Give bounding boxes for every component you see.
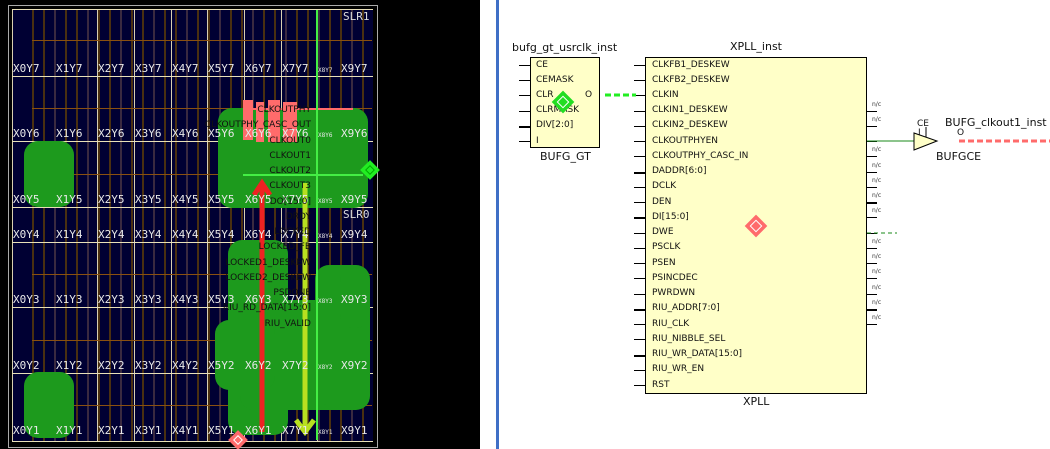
clock-region-label: X1Y5 — [56, 193, 83, 206]
clock-region-label: X5Y4 — [208, 228, 235, 241]
clock-region-label: X2Y6 — [98, 127, 125, 140]
clock-region-label: X3Y2 — [135, 359, 162, 372]
clock-region-label: X0Y7 — [13, 62, 40, 75]
clock-region-label: X4Y6 — [172, 127, 199, 140]
green-marker-icon — [360, 160, 380, 180]
clock-region-label: X5Y5 — [208, 193, 235, 206]
clock-region-label: X8Y7 — [318, 67, 333, 74]
clock-region-label: X1Y7 — [56, 62, 83, 75]
clock-region-label: X8Y4 — [318, 233, 333, 240]
clock-region-label: X0Y1 — [13, 424, 40, 437]
clock-region-label: X4Y3 — [172, 293, 199, 306]
clock-region-label: X3Y1 — [135, 424, 162, 437]
clock-region-label: X4Y5 — [172, 193, 199, 206]
red-marker-icon — [744, 214, 768, 238]
clock-region-label: X3Y4 — [135, 228, 162, 241]
clock-region-label: X2Y4 — [98, 228, 125, 241]
clock-region-label: X3Y5 — [135, 193, 162, 206]
clock-region-label: X5Y7 — [208, 62, 235, 75]
clock-region-label: X2Y2 — [98, 359, 125, 372]
device-view[interactable]: SLR1 SLR0 X0Y7 X1Y7 X2Y7 X3Y7 X4Y7 X5Y7 X6Y7 X7… — [0, 0, 480, 449]
xpll-output-pin: RIU_RD_DATA[15:0] — [222, 303, 311, 314]
clock-region-label: X0Y2 — [13, 359, 40, 372]
clock-region-label: X2Y3 — [98, 293, 125, 306]
clock-region-label: X1Y1 — [56, 424, 83, 437]
clock-region-label: X8Y1 — [318, 429, 333, 436]
clock-region-label: X4Y2 — [172, 359, 199, 372]
clock-region-label: X2Y5 — [98, 193, 125, 206]
xpll-output-pin: CLKOUT1 — [269, 150, 311, 161]
xpll-output-pin: RIU_VALID — [264, 318, 311, 329]
clock-region-label: X2Y1 — [98, 424, 125, 437]
clock-region-label: X6Y4 — [245, 228, 272, 241]
clock-region-label: X2Y7 — [98, 62, 125, 75]
xpll-output-pin: DRDY — [285, 211, 311, 222]
clock-region-label: X6Y2 — [245, 359, 272, 372]
clock-region-label: X8Y2 — [318, 364, 333, 371]
clock-region-label: X4Y4 — [172, 228, 199, 241]
clock-region-label: X8Y6 — [318, 132, 333, 139]
clock-region-label: X0Y6 — [13, 127, 40, 140]
clock-region-label: X7Y1 — [282, 424, 309, 437]
clock-region-label: X6Y1 — [245, 424, 272, 437]
clock-region-label: X9Y4 — [341, 228, 368, 241]
clock-region-label: X8Y3 — [318, 298, 333, 305]
xpll-output-pin: LOCKED_FB — [258, 242, 311, 253]
clock-region-label: X4Y7 — [172, 62, 199, 75]
clock-region-label: X9Y1 — [341, 424, 368, 437]
panel-gap — [480, 0, 497, 449]
clock-region-label: X9Y5 — [341, 193, 368, 206]
xpll-output-pin: LOCKED2_DESKEW — [225, 272, 311, 283]
xpll-output-pin: CLKOUTPHY — [257, 105, 311, 116]
xpll-output-pin: PSDONE — [273, 288, 311, 299]
clock-region-label: X3Y6 — [135, 127, 162, 140]
xpll-output-pin: LOCKED — [274, 227, 311, 238]
clock-region-label: X8Y5 — [318, 198, 333, 205]
clock-region-label: X5Y2 — [208, 359, 235, 372]
clock-region-label: X1Y3 — [56, 293, 83, 306]
clock-region-label: X6Y7 — [245, 62, 272, 75]
clock-region-label: X9Y6 — [341, 127, 368, 140]
clock-region-label: X3Y3 — [135, 293, 162, 306]
clock-region-label: X6Y5 — [245, 193, 272, 206]
clock-region-label: X0Y5 — [13, 193, 40, 206]
clock-region-label: X1Y6 — [56, 127, 83, 140]
schematic-wires — [551, 90, 1050, 238]
clock-region-label: X7Y2 — [282, 359, 309, 372]
green-marker-icon — [551, 90, 575, 114]
clock-region-label: X7Y7 — [282, 62, 309, 75]
clock-region-label: X0Y3 — [13, 293, 40, 306]
clock-region-label: X1Y2 — [56, 359, 83, 372]
xpll-output-pin: CLKOUTPHY_CASC_OUT — [204, 120, 311, 131]
clock-region-label: X4Y1 — [172, 424, 199, 437]
clock-region-label: X9Y7 — [341, 62, 368, 75]
clock-region-label: X3Y7 — [135, 62, 162, 75]
xpll-output-pin: CLKOUT3 — [269, 181, 311, 192]
xpll-output-pin: CLKOUT0 — [269, 135, 311, 146]
clock-region-label: X5Y1 — [208, 424, 235, 437]
clock-region-label: X0Y4 — [13, 228, 40, 241]
clock-region-label: X9Y3 — [341, 293, 368, 306]
schematic-view[interactable]: bufg_gt_usrclk_inst BUFG_GT O XPLL_inst … — [205, 0, 1050, 449]
xpll-output-pin: LOCKED1_DESKEW — [225, 257, 311, 268]
clock-region-label: X1Y4 — [56, 228, 83, 241]
xpll-output-pin: DO[15:0] — [269, 196, 311, 207]
xpll-output-pin: CLKOUT2 — [269, 166, 311, 177]
clock-region-label: X9Y2 — [341, 359, 368, 372]
